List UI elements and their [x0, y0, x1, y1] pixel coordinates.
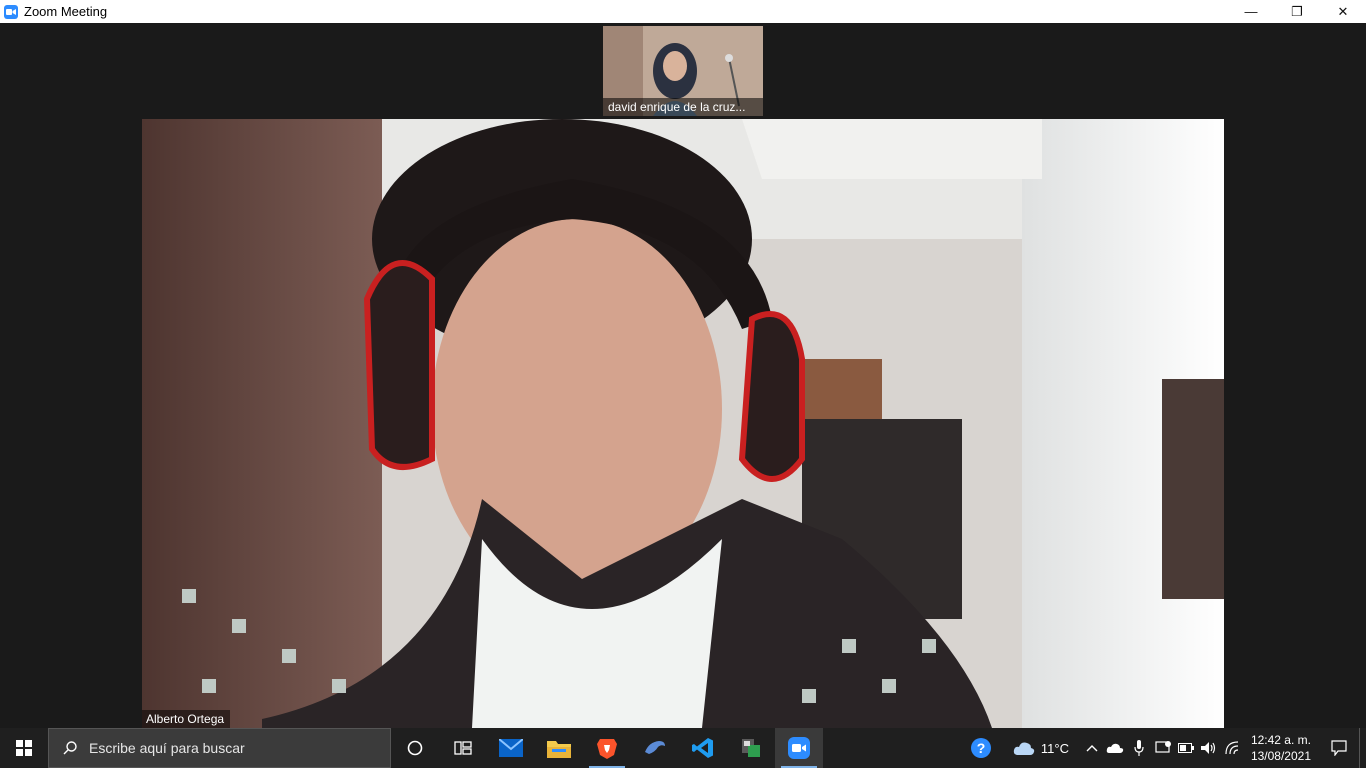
clock-date: 13/08/2021: [1250, 749, 1311, 763]
microphone-tray-icon[interactable]: [1127, 728, 1151, 768]
taskbar-app-zoom[interactable]: [775, 728, 823, 768]
wifi-tray-icon[interactable]: [1221, 728, 1243, 768]
microphone-icon: [1134, 740, 1144, 756]
app-icon: [742, 739, 760, 757]
search-icon: [63, 741, 77, 755]
help-icon: ?: [970, 738, 991, 758]
notification-icon: [1331, 740, 1347, 756]
active-speaker-name-label: Alberto Ortega: [142, 710, 231, 728]
title-bar: Zoom Meeting — ❐ ✕: [0, 0, 1366, 23]
restore-button[interactable]: ❐: [1274, 0, 1320, 23]
help-button[interactable]: ?: [961, 728, 1001, 768]
onedrive-cloud-icon: [1106, 743, 1124, 753]
system-tray: ? 11°C 12:42 a. m. 13/08/2021: [961, 728, 1366, 768]
svg-text:?: ?: [977, 740, 986, 756]
task-view-button[interactable]: [439, 728, 487, 768]
minimize-button[interactable]: —: [1228, 0, 1274, 23]
window-controls: — ❐ ✕: [1228, 0, 1366, 23]
taskbar-app-8[interactable]: [727, 728, 775, 768]
brave-icon: [597, 739, 617, 759]
chevron-up-icon: [1086, 745, 1098, 752]
speaker-icon: [1200, 742, 1216, 754]
weather-temperature: 11°C: [1040, 740, 1069, 756]
taskbar-app-mail[interactable]: [487, 728, 535, 768]
taskbar-app-dolphin[interactable]: [631, 728, 679, 768]
clock-time: 12:42 a. m.: [1250, 733, 1311, 747]
meeting-area: david enrique de la cruz... Alberto Orte…: [0, 23, 1366, 728]
show-desktop-button[interactable]: [1359, 728, 1366, 768]
windows-logo-icon: [16, 740, 32, 756]
cortana-button[interactable]: [391, 728, 439, 768]
taskbar-search-box[interactable]: Escribe aquí para buscar: [48, 728, 391, 768]
taskbar-app-brave[interactable]: [583, 728, 631, 768]
start-button[interactable]: [0, 728, 48, 768]
notifications-button[interactable]: [1319, 728, 1359, 768]
active-speaker-video-feed: [142, 119, 1224, 728]
folder-icon: [547, 741, 571, 758]
battery-tray-icon[interactable]: [1175, 728, 1197, 768]
weather-widget[interactable]: 11°C: [1001, 728, 1081, 768]
vscode-icon: [692, 738, 713, 758]
mail-icon: [499, 739, 523, 757]
task-view-icon: [454, 741, 472, 755]
clock[interactable]: 12:42 a. m. 13/08/2021: [1243, 728, 1319, 768]
zoom-icon: [788, 737, 810, 759]
zoom-app-icon: [4, 4, 18, 19]
active-speaker-video[interactable]: Alberto Ortega: [142, 119, 1224, 728]
volume-tray-icon[interactable]: [1197, 728, 1221, 768]
participant-thumbnail[interactable]: david enrique de la cruz...: [603, 26, 763, 116]
cloud-icon: [1013, 742, 1035, 755]
wifi-icon: [1225, 741, 1238, 755]
search-placeholder: Escribe aquí para buscar: [89, 740, 245, 756]
participant-name-label: david enrique de la cruz...: [603, 98, 763, 116]
battery-icon: [1177, 743, 1194, 753]
taskbar-app-file-explorer[interactable]: [535, 728, 583, 768]
circle-icon: [407, 740, 423, 756]
monitor-icon: [1155, 741, 1171, 753]
network-status-tray-icon[interactable]: [1151, 728, 1175, 768]
taskbar: Escribe aquí para buscar ? 11°C 12:42 a.…: [0, 728, 1366, 768]
taskbar-app-vscode[interactable]: [679, 728, 727, 768]
show-hidden-icons-button[interactable]: [1081, 728, 1103, 768]
close-button[interactable]: ✕: [1320, 0, 1366, 23]
onedrive-tray-icon[interactable]: [1103, 728, 1127, 768]
dolphin-icon: [645, 741, 665, 754]
window-title: Zoom Meeting: [24, 4, 108, 19]
